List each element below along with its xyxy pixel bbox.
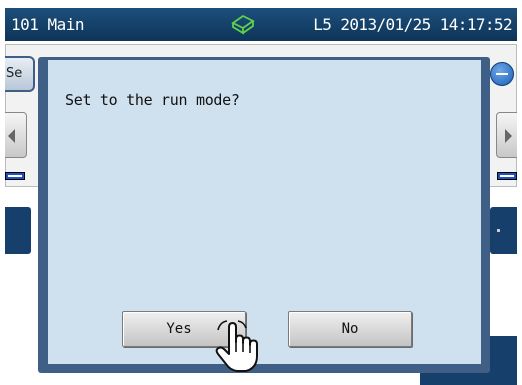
screen-name: 101 Main [11,15,85,34]
background-tab-label: Se [6,66,23,81]
indicator-left [5,172,25,180]
run-mode-icon [230,13,256,35]
background-bar-right[interactable] [490,207,517,254]
scroll-right-button[interactable] [496,112,517,158]
background-tab[interactable]: Se [5,56,35,92]
datetime-display: L5 2013/01/25 14:17:52 [313,15,512,34]
background-bar-left[interactable] [5,207,31,254]
dialog-message: Set to the run mode? [65,91,240,109]
yes-button[interactable]: Yes [122,311,246,347]
scroll-left-button[interactable] [5,112,27,158]
no-button-label: No [341,321,359,337]
status-bar: 101 Main L5 2013/01/25 14:17:52 [5,8,517,41]
hmi-screen: 101 Main L5 2013/01/25 14:17:52 Se Set t… [0,0,522,385]
background-minus-button[interactable] [490,62,514,86]
yes-button-label: Yes [166,321,192,337]
no-button[interactable]: No [288,311,412,347]
indicator-right [497,172,517,180]
